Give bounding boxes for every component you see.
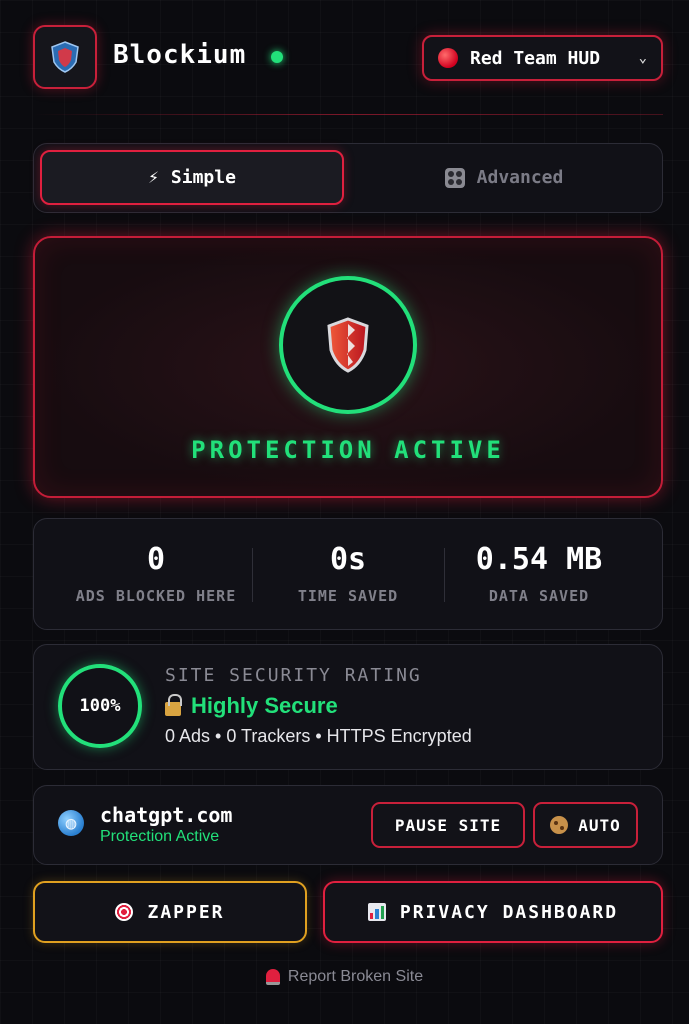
stat-value: 0.54 MB	[475, 542, 603, 577]
stat-ads-blocked: 0 ADS BLOCKED HERE	[61, 542, 251, 605]
cookie-auto-label: AUTO	[578, 815, 621, 835]
tab-advanced-label: Advanced	[476, 167, 564, 188]
mode-selector[interactable]: Red Team HUD ⌄	[422, 35, 663, 81]
target-icon	[115, 903, 134, 921]
stat-data-saved: 0.54 MB DATA SAVED	[444, 542, 634, 605]
cookie-icon	[550, 816, 569, 834]
security-score-ring: 100%	[58, 664, 142, 748]
stat-value: 0	[146, 542, 166, 577]
security-details: 0 Ads • 0 Trackers • HTTPS Encrypted	[165, 726, 472, 746]
lock-icon	[165, 694, 182, 716]
report-broken-site-label: Report Broken Site	[287, 968, 424, 985]
privacy-dashboard-button[interactable]: PRIVACY DASHBOARD	[323, 881, 663, 943]
stat-label: ADS BLOCKED HERE	[75, 587, 237, 605]
protection-status-text: PROTECTION ACTIVE	[191, 436, 505, 464]
lightning-icon: ⚡	[148, 167, 159, 188]
red-circle-icon	[438, 48, 458, 68]
mode-selector-value: Red Team HUD	[470, 47, 601, 69]
bar-chart-icon	[367, 903, 386, 921]
shield-icon	[327, 317, 369, 373]
tab-advanced[interactable]: Advanced	[352, 150, 656, 205]
stat-value: 0s	[329, 542, 367, 577]
app-logo	[33, 25, 97, 89]
security-rating-title: SITE SECURITY RATING	[165, 665, 422, 686]
zapper-label: ZAPPER	[147, 901, 225, 923]
pause-site-button[interactable]: PAUSE SITE	[371, 802, 525, 848]
siren-icon	[265, 969, 280, 985]
security-grade-text: Highly Secure	[191, 693, 338, 718]
protection-toggle[interactable]	[279, 276, 417, 414]
cookie-auto-button[interactable]: AUTO	[533, 802, 638, 848]
chevron-down-icon: ⌄	[638, 50, 647, 66]
logo-shield-icon	[51, 41, 79, 73]
tab-simple[interactable]: ⚡ Simple	[40, 150, 344, 205]
zapper-button[interactable]: ZAPPER	[33, 881, 307, 943]
app-name: Blockium	[113, 40, 247, 70]
security-grade: Highly Secure	[165, 693, 338, 719]
tab-simple-label: Simple	[170, 167, 236, 188]
stat-label: DATA SAVED	[488, 587, 590, 605]
stat-label: TIME SAVED	[297, 587, 399, 605]
site-protection-status: Protection Active	[100, 828, 220, 845]
dice-icon	[444, 167, 465, 188]
stat-time-saved: 0s TIME SAVED	[253, 542, 443, 605]
report-broken-site-link[interactable]: Report Broken Site	[0, 968, 689, 986]
header-divider	[33, 114, 663, 115]
globe-icon: ◍	[58, 810, 84, 836]
privacy-dashboard-label: PRIVACY DASHBOARD	[399, 901, 619, 923]
online-status-dot	[271, 51, 283, 63]
site-domain: chatgpt.com	[100, 803, 233, 827]
